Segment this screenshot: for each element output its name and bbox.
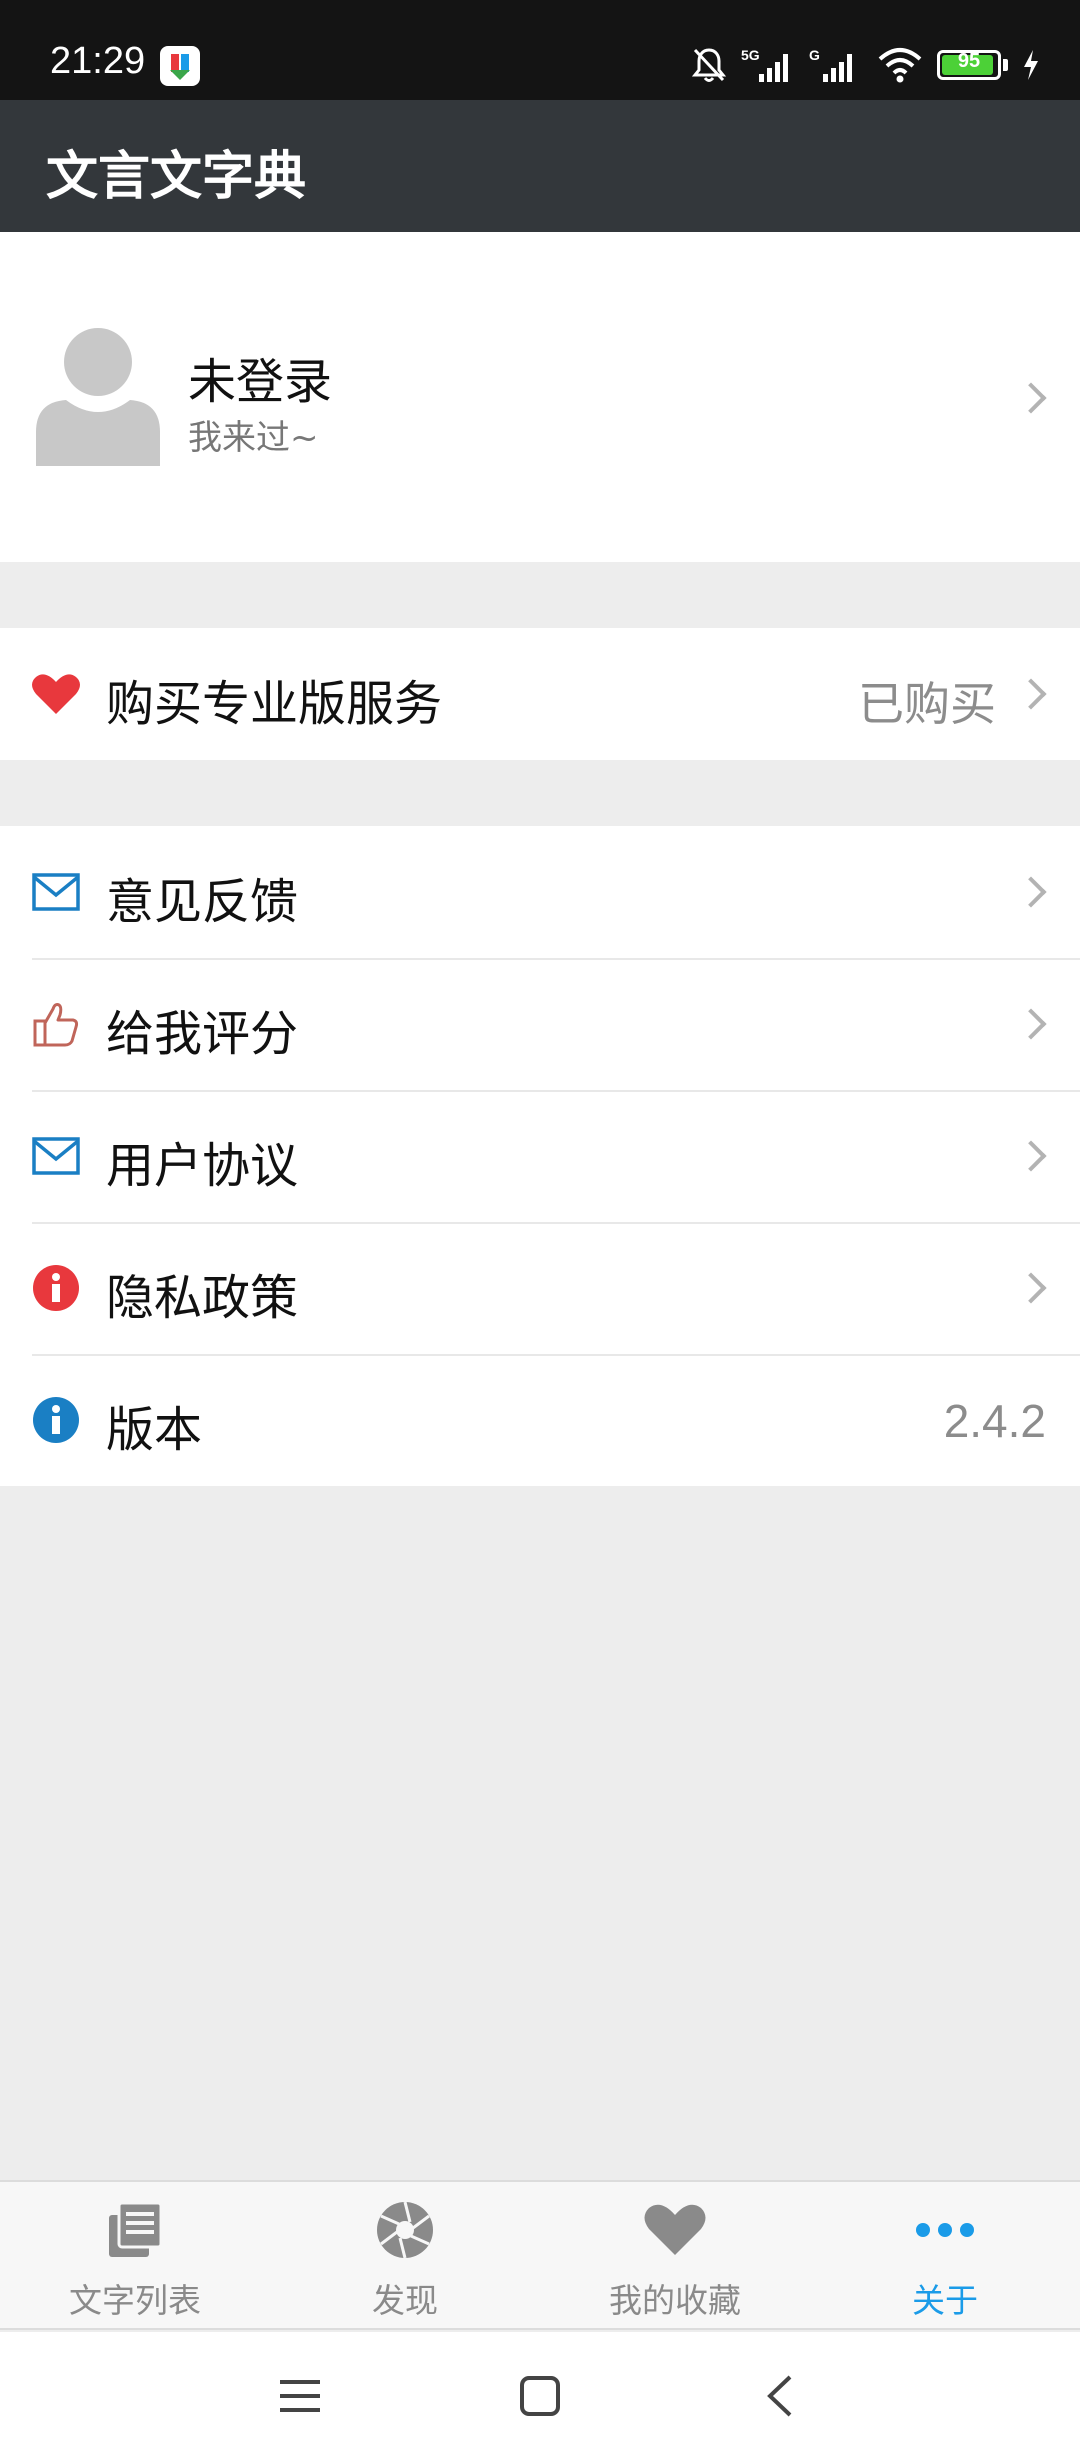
wifi-icon bbox=[878, 48, 922, 83]
chevron-right-icon bbox=[1015, 678, 1047, 710]
signal-5g-icon: 5G bbox=[741, 47, 788, 82]
system-nav-bar bbox=[0, 2332, 1080, 2460]
chevron-right-icon bbox=[1015, 382, 1047, 414]
thumbs-up-icon bbox=[32, 1002, 80, 1047]
menu-group: 意见反馈 给我评分 用户协议 隐私政策 版本 2.4.2 bbox=[0, 826, 1080, 1486]
more-icon bbox=[913, 2200, 977, 2260]
tab-label: 发现 bbox=[372, 2281, 438, 2320]
heart-icon bbox=[32, 672, 80, 716]
version-value: 2.4.2 bbox=[943, 1395, 1046, 1447]
back-icon[interactable] bbox=[752, 2368, 808, 2424]
menu-item-label: 给我评分 bbox=[106, 1006, 299, 1062]
info-icon bbox=[32, 1397, 80, 1443]
tab-about[interactable]: 关于 bbox=[810, 2182, 1080, 2328]
status-bar: 21:29 5G G 95 bbox=[0, 0, 1080, 100]
tab-discover[interactable]: 发现 bbox=[270, 2182, 540, 2328]
chevron-right-icon bbox=[1015, 1008, 1047, 1040]
list-icon bbox=[103, 2200, 167, 2260]
menu-item-rate[interactable]: 给我评分 bbox=[0, 958, 1080, 1090]
app-header: 文言文字典 bbox=[0, 100, 1080, 232]
svg-text:G: G bbox=[809, 47, 820, 63]
menu-item-label: 用户协议 bbox=[106, 1138, 299, 1194]
battery-icon: 95 bbox=[937, 50, 1008, 80]
profile-name: 未登录 bbox=[188, 354, 333, 410]
profile-subtitle: 我来过~ bbox=[188, 418, 319, 458]
menu-item-user-agreement[interactable]: 用户协议 bbox=[0, 1090, 1080, 1222]
svg-text:5G: 5G bbox=[741, 47, 760, 63]
menu-item-label: 隐私政策 bbox=[106, 1270, 299, 1326]
tab-favorites[interactable]: 我的收藏 bbox=[540, 2182, 810, 2328]
chevron-right-icon bbox=[1015, 1272, 1047, 1304]
tab-label: 我的收藏 bbox=[609, 2281, 741, 2320]
chevron-right-icon bbox=[1015, 876, 1047, 908]
bottom-tab-bar: 文字列表 发现 我的收藏 关于 bbox=[0, 2180, 1080, 2330]
charging-icon bbox=[1024, 50, 1038, 80]
home-icon[interactable] bbox=[512, 2368, 568, 2424]
page-title: 文言文字典 bbox=[46, 147, 307, 207]
profile-card[interactable]: 未登录 我来过~ bbox=[0, 232, 1080, 562]
tab-label: 文字列表 bbox=[69, 2281, 201, 2320]
chevron-right-icon bbox=[1015, 1140, 1047, 1172]
mail-icon bbox=[32, 1134, 80, 1178]
heart-icon bbox=[643, 2200, 707, 2260]
purchase-pro-item[interactable]: 购买专业版服务 已购买 bbox=[0, 628, 1080, 760]
purchase-group: 购买专业版服务 已购买 bbox=[0, 628, 1080, 760]
tab-label: 关于 bbox=[912, 2281, 978, 2320]
notifications-off-icon bbox=[691, 48, 727, 82]
menu-item-privacy[interactable]: 隐私政策 bbox=[0, 1222, 1080, 1354]
tab-word-list[interactable]: 文字列表 bbox=[0, 2182, 270, 2328]
mail-icon bbox=[32, 870, 80, 914]
menu-item-label: 版本 bbox=[106, 1402, 203, 1458]
menu-icon[interactable] bbox=[272, 2368, 328, 2424]
battery-level: 95 bbox=[957, 50, 981, 72]
purchase-status: 已购买 bbox=[858, 677, 996, 731]
menu-item-label: 意见反馈 bbox=[106, 874, 299, 930]
info-icon bbox=[32, 1265, 80, 1311]
app-notification-icon bbox=[160, 46, 200, 86]
purchase-pro-label: 购买专业版服务 bbox=[106, 676, 443, 732]
menu-item-feedback[interactable]: 意见反馈 bbox=[0, 826, 1080, 958]
avatar-icon bbox=[36, 328, 160, 466]
menu-item-version: 版本 2.4.2 bbox=[0, 1354, 1080, 1486]
status-time: 21:29 bbox=[50, 40, 146, 82]
signal-g-icon: G bbox=[809, 47, 852, 82]
aperture-icon bbox=[373, 2200, 437, 2260]
status-icons: 5G G 95 bbox=[691, 42, 1040, 88]
